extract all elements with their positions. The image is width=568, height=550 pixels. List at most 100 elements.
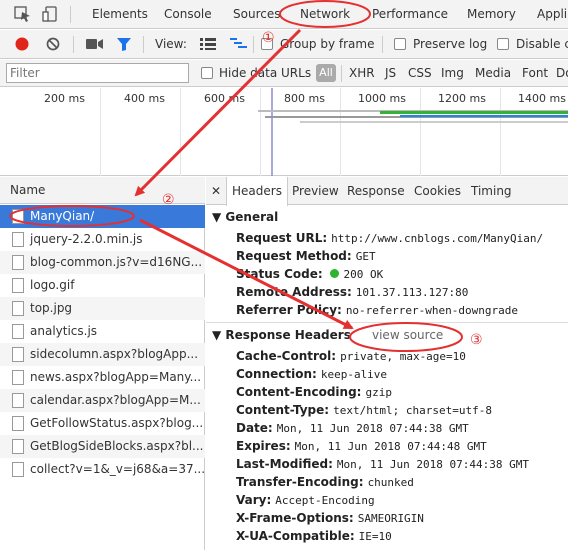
details-tabbar: ✕ Headers Preview Response Cookies Timin… (206, 177, 568, 206)
hide-data-urls-label: Hide data URLs (219, 66, 312, 80)
status-green-dot-icon (330, 269, 340, 278)
tab-performance[interactable]: Performance (372, 0, 448, 28)
tab-cookies[interactable]: Cookies (414, 177, 461, 205)
devtools-tabbar: Elements Console Sources Network Perform… (0, 0, 568, 29)
filter-doc[interactable]: Doc (556, 66, 568, 80)
divider (382, 36, 383, 53)
document-icon (12, 209, 24, 224)
request-row[interactable]: news.aspx?blogApp=Many... (0, 366, 205, 389)
image-icon (12, 462, 24, 477)
name-column-header[interactable]: Name (0, 177, 205, 204)
tab-preview[interactable]: Preview (292, 177, 339, 205)
general-section-header[interactable]: ▼ General (212, 210, 278, 224)
header-row: Request URL: http://www.cnblogs.com/ManyQ… (236, 231, 544, 245)
request-row[interactable]: jquery-2.2.0.min.js (0, 228, 205, 251)
response-headers-section-header[interactable]: ▼ Response Headers (212, 328, 351, 342)
request-list: Name ManyQian/ jquery-2.2.0.min.js blog-… (0, 177, 205, 550)
header-row: X-Frame-Options: SAMEORIGIN (236, 511, 424, 525)
group-by-frame-label: Group by frame (280, 37, 375, 51)
document-icon (12, 393, 24, 408)
tab-console[interactable]: Console (164, 0, 212, 28)
preserve-log-checkbox[interactable] (394, 38, 406, 50)
request-row[interactable]: analytics.js (0, 320, 205, 343)
close-details-icon[interactable]: ✕ (211, 177, 221, 205)
filter-js[interactable]: JS (385, 66, 396, 80)
tab-response[interactable]: Response (347, 177, 405, 205)
hide-data-urls-checkbox[interactable] (201, 67, 213, 79)
disable-cache-checkbox[interactable] (497, 38, 509, 50)
expand-triangle-icon: ▼ (212, 210, 226, 224)
filter-all-button[interactable]: All (316, 64, 336, 82)
header-row: Remote Address: 101.37.113.127:80 (236, 285, 469, 299)
request-details: ✕ Headers Preview Response Cookies Timin… (206, 177, 568, 550)
group-by-frame-checkbox[interactable] (261, 38, 273, 50)
request-row[interactable]: GetBlogSideBlocks.aspx?bl... (0, 435, 205, 458)
document-icon (12, 370, 24, 385)
filter-img[interactable]: Img (441, 66, 464, 80)
preserve-log-label: Preserve log (413, 37, 488, 51)
tab-application[interactable]: Appli (537, 0, 567, 28)
script-icon (12, 324, 24, 339)
tab-memory[interactable]: Memory (467, 0, 516, 28)
header-row: Date: Mon, 11 Jun 2018 07:44:38 GMT (236, 421, 469, 435)
divider (73, 36, 74, 53)
record-icon[interactable] (14, 36, 30, 52)
tab-timing[interactable]: Timing (471, 177, 512, 205)
header-row: Transfer-Encoding: chunked (236, 475, 414, 489)
request-row[interactable]: calendar.aspx?blogApp=M... (0, 389, 205, 412)
filter-xhr[interactable]: XHR (349, 66, 375, 80)
divider (341, 65, 342, 82)
script-icon (12, 255, 24, 270)
inspect-element-icon[interactable] (14, 6, 32, 22)
clear-icon[interactable] (45, 36, 61, 52)
view-source-link[interactable]: view source (372, 328, 443, 342)
filter-media[interactable]: Media (475, 66, 511, 80)
document-icon (12, 347, 24, 362)
divider (206, 322, 568, 323)
header-row: Last-Modified: Mon, 11 Jun 2018 07:44:38 … (236, 457, 529, 471)
divider (253, 36, 254, 53)
request-row[interactable]: logo.gif (0, 274, 205, 297)
device-toolbar-icon[interactable] (42, 6, 60, 22)
view-label: View: (155, 37, 187, 51)
disable-cache-label: Disable c (516, 37, 568, 51)
waterfall-icon[interactable] (230, 38, 248, 50)
request-row[interactable]: collect?v=1&_v=j68&a=37... (0, 458, 205, 481)
header-row: Expires: Mon, 11 Jun 2018 07:44:48 GMT (236, 439, 487, 453)
request-row[interactable]: ManyQian/ (0, 205, 205, 228)
filter-font[interactable]: Font (522, 66, 548, 80)
tab-elements[interactable]: Elements (92, 0, 148, 28)
filter-css[interactable]: CSS (408, 66, 432, 80)
header-row: Vary: Accept-Encoding (236, 493, 375, 507)
image-icon (12, 301, 24, 316)
filter-icon[interactable] (116, 37, 132, 52)
network-toolbar: View: Group by frame Preserve log Disabl… (0, 30, 568, 59)
header-row: Referrer Policy: no-referrer-when-downgra… (236, 303, 518, 317)
header-row: Cache-Control: private, max-age=10 (236, 349, 466, 363)
header-row: Status Code: 200 OK (236, 267, 384, 281)
timeline-overview[interactable]: 200 ms 400 ms 600 ms 800 ms 1000 ms 1200… (0, 88, 568, 176)
tab-headers[interactable]: Headers (226, 177, 288, 206)
video-camera-icon[interactable] (86, 38, 104, 50)
tab-network[interactable]: Network (300, 0, 350, 28)
large-rows-icon[interactable] (200, 38, 216, 50)
request-row[interactable]: GetFollowStatus.aspx?blog... (0, 412, 205, 435)
divider (70, 6, 71, 23)
document-icon (12, 416, 24, 431)
header-row: Content-Type: text/html; charset=utf-8 (236, 403, 493, 417)
expand-triangle-icon: ▼ (212, 328, 226, 342)
divider (143, 36, 144, 53)
timeline-bars (258, 88, 568, 176)
document-icon (12, 439, 24, 454)
image-icon (12, 278, 24, 293)
tab-sources[interactable]: Sources (233, 0, 280, 28)
header-row: Content-Encoding: gzip (236, 385, 392, 399)
filter-input[interactable] (6, 63, 189, 83)
request-row[interactable]: top.jpg (0, 297, 205, 320)
script-icon (12, 232, 24, 247)
header-row: X-UA-Compatible: IE=10 (236, 529, 392, 543)
request-row[interactable]: sidecolumn.aspx?blogApp... (0, 343, 205, 366)
filter-bar: Hide data URLs All XHR JS CSS Img Media … (0, 60, 568, 87)
request-row[interactable]: blog-common.js?v=d16NG... (0, 251, 205, 274)
header-row: Request Method: GET (236, 249, 376, 263)
